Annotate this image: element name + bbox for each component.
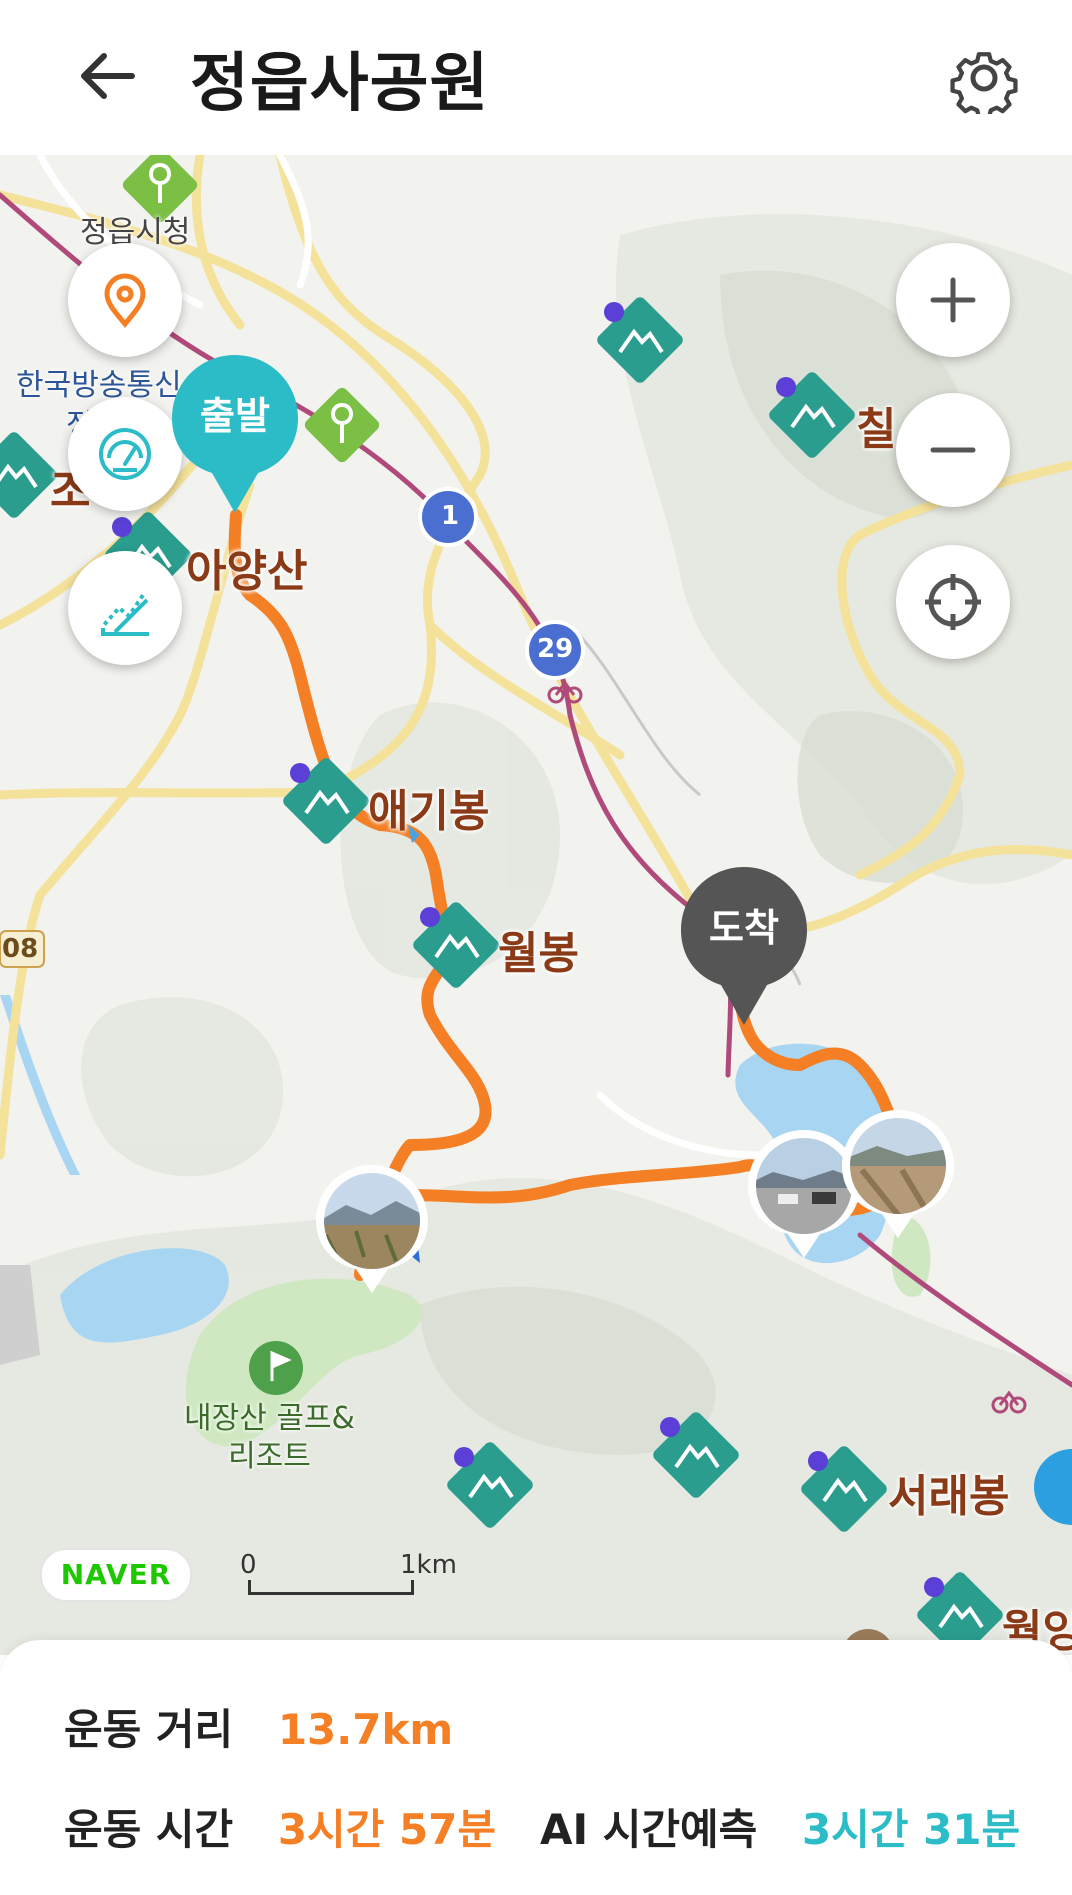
distance-row: 운동 거리 13.7km (64, 1696, 453, 1757)
zoom-out-button[interactable] (896, 393, 1010, 507)
ai-value: 3시간 31분 (801, 1805, 1021, 1854)
zoom-in-button[interactable] (896, 243, 1010, 357)
plus-icon (930, 277, 976, 323)
road-1-label: 1 (441, 501, 460, 531)
peak-aegibong-label[interactable]: 애기봉 (368, 775, 489, 839)
minus-icon (930, 447, 976, 453)
poi-golf[interactable]: 내장산 골프& 리조트 (184, 1400, 355, 1476)
end-marker[interactable]: 도착 (681, 867, 807, 1027)
peak-wolbong-label[interactable]: 월봉 (498, 917, 579, 981)
poi-golf-line2: 리조트 (228, 1439, 311, 1474)
elevation-button[interactable] (68, 551, 182, 665)
place-button[interactable] (68, 243, 182, 357)
back-button[interactable] (72, 40, 144, 112)
distance-label: 운동 거리 (64, 1705, 234, 1754)
time-label: 운동 시간 (64, 1805, 234, 1854)
road-29-label: 29 (537, 634, 574, 664)
naver-logo: NAVER (40, 1548, 192, 1602)
distance-value: 13.7km (277, 1705, 454, 1754)
end-marker-label: 도착 (709, 906, 779, 950)
app-header: 정읍사공원 (0, 0, 1072, 155)
scale-line (248, 1580, 414, 1595)
photo-pin[interactable] (842, 1110, 954, 1240)
ai-label: AI 시간예측 (540, 1805, 758, 1854)
crosshair-icon (925, 574, 981, 630)
start-marker-label: 출발 (200, 394, 270, 438)
time-row: 운동 시간 3시간 57분 (64, 1796, 496, 1857)
start-marker[interactable]: 출발 (172, 355, 298, 515)
scale-km-label: 1km (400, 1550, 457, 1580)
ai-prediction-row: AI 시간예측 3시간 31분 (540, 1796, 1020, 1857)
speed-button[interactable] (68, 397, 182, 511)
arrow-left-icon (81, 53, 135, 99)
my-location-button[interactable] (896, 545, 1010, 659)
poi-broadcast[interactable]: 한국방송통신 (16, 360, 182, 404)
photo-thumbnail (316, 1165, 428, 1293)
elevation-icon (101, 590, 149, 636)
road-08-label: 08 (2, 934, 39, 964)
scale-zero-label: 0 (240, 1550, 257, 1580)
speedometer-icon (99, 428, 151, 480)
scale-bar: 0 1km (240, 1550, 457, 1600)
peak-ayangsan-label[interactable]: 아양산 (186, 535, 307, 599)
time-value: 3시간 57분 (277, 1805, 497, 1854)
location-pin-icon (104, 273, 146, 328)
map-view[interactable]: 정읍시청 한국방송통신 정 조 아양산 애기봉 월봉 칠 서래봉 월잉 내장산 … (0, 155, 1072, 1655)
photo-thumbnail (842, 1110, 954, 1238)
poi-golf-line1: 내장산 골프& (184, 1401, 355, 1436)
photo-pin[interactable] (316, 1165, 428, 1295)
stats-panel: 운동 거리 13.7km 운동 시간 3시간 57분 AI 시간예측 3시간 3… (0, 1640, 1072, 1895)
peak-seoraebong-label[interactable]: 서래봉 (888, 1460, 1009, 1524)
settings-button[interactable] (948, 42, 1020, 120)
page-title: 정읍사공원 (190, 47, 490, 121)
peak-chil-label[interactable]: 칠 (856, 393, 896, 457)
gear-icon (950, 52, 1018, 120)
